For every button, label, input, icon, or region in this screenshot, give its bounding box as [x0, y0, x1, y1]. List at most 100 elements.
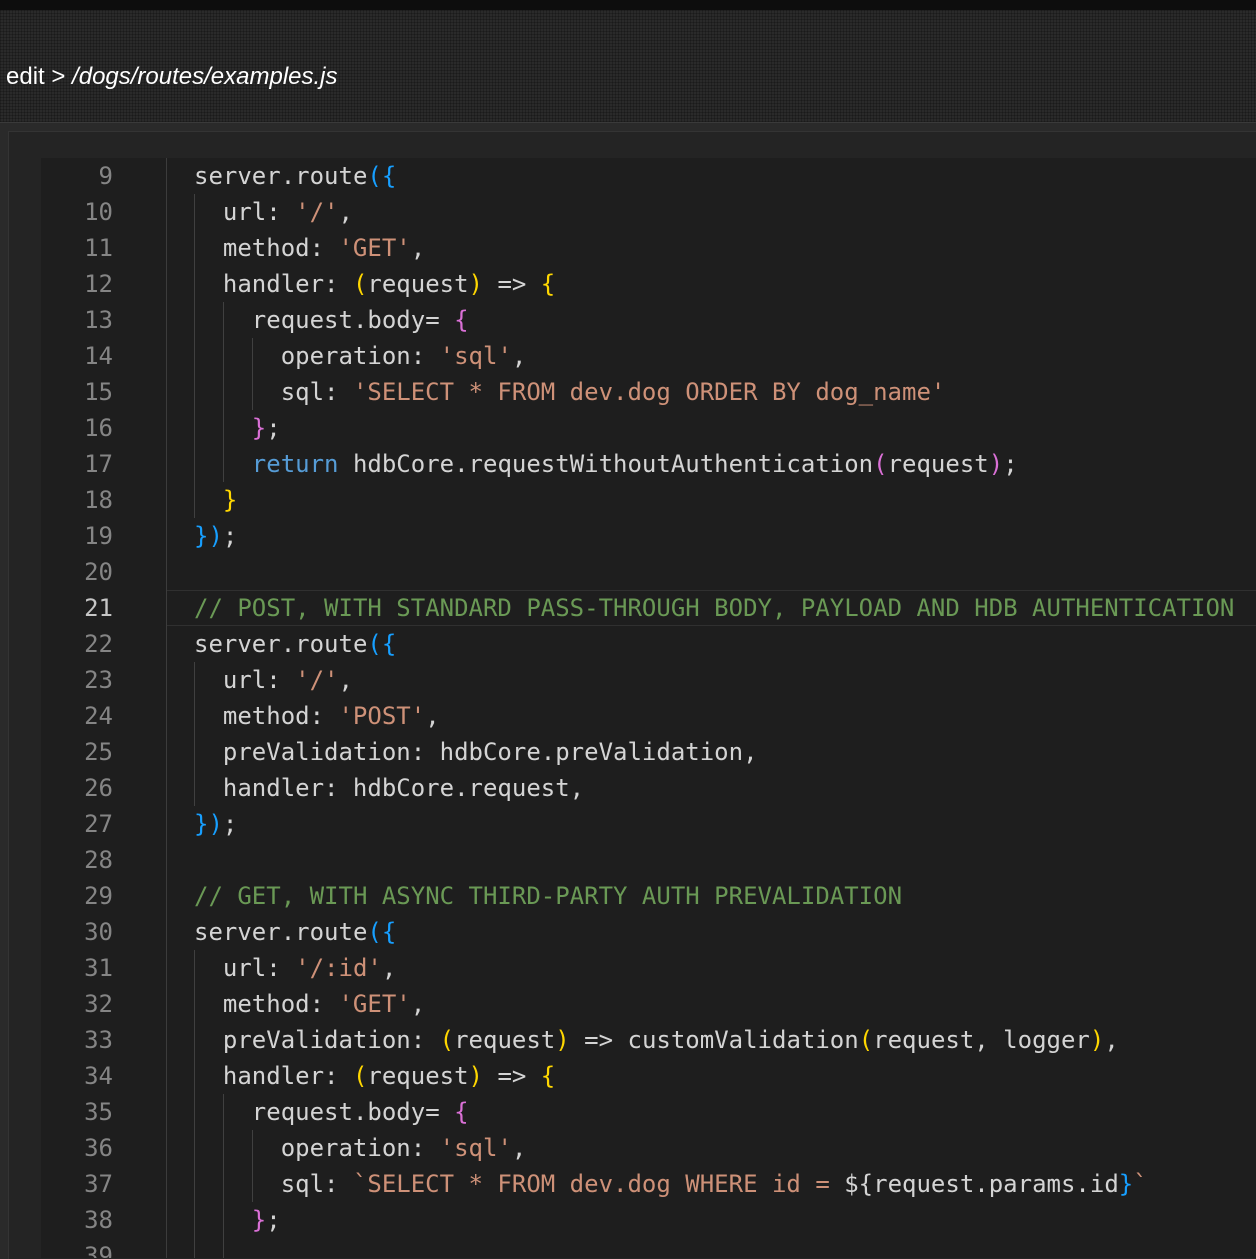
indent-guide: [194, 1022, 195, 1058]
code-line[interactable]: 10 url: '/',: [41, 194, 1256, 230]
code-text: };: [252, 410, 281, 446]
code-line[interactable]: 25 preValidation: hdbCore.preValidation,: [41, 734, 1256, 770]
code-token: ,: [425, 702, 440, 730]
code-token: ): [468, 270, 483, 298]
code-text: handler: hdbCore.request,: [223, 770, 584, 806]
code-line[interactable]: 28: [41, 842, 1256, 878]
code-token: '/': [295, 666, 339, 694]
code-token: ,: [338, 666, 353, 694]
line-number: 22: [84, 630, 113, 658]
code-line[interactable]: 18}: [41, 482, 1256, 518]
code-line[interactable]: 29 // GET, WITH ASYNC THIRD-PARTY AUTH PR…: [41, 878, 1256, 914]
line-number: 38: [84, 1206, 113, 1234]
code-token: 'SELECT * FROM dev.dog ORDER BY dog_name…: [352, 378, 946, 406]
code-token: request: [454, 1026, 556, 1054]
indent-guide: [194, 338, 195, 374]
code-text: server.route({: [194, 626, 396, 662]
code-token: }: [251, 1206, 267, 1234]
code-token: ): [988, 450, 1004, 478]
indent-guide: [222, 374, 224, 410]
code-line[interactable]: 12 handler: (request) => {: [41, 266, 1256, 302]
code-line[interactable]: 17 return hdbCore.requestWithoutAuthentic…: [41, 446, 1256, 482]
code-text: method: 'GET',: [223, 230, 425, 266]
indent-guide: [222, 302, 224, 338]
code-line[interactable]: 16};: [41, 410, 1256, 446]
code-token: ;: [222, 522, 238, 550]
code-line[interactable]: 22 server.route({: [41, 626, 1256, 662]
line-number: 17: [84, 450, 113, 478]
code-token: server.route: [194, 918, 368, 946]
code-token: ): [555, 1026, 570, 1054]
code-editor[interactable]: 9 server.route({10 url: '/', 11 method: 'GET…: [41, 158, 1256, 1258]
code-token: sql:: [280, 1170, 353, 1198]
code-text: operation: 'sql',: [281, 338, 527, 374]
code-token: {: [454, 1098, 469, 1126]
code-text: sql: `SELECT * FROM dev.dog WHERE id = $…: [281, 1166, 1148, 1202]
indent-guide: [194, 950, 195, 986]
code-token: (: [352, 1062, 368, 1090]
code-line[interactable]: 9 server.route({: [41, 158, 1256, 194]
indent-guide: [194, 374, 195, 410]
code-line[interactable]: 37 sql: `SELECT * FROM dev.dog WHERE id =…: [41, 1166, 1256, 1202]
code-token: {: [381, 918, 397, 946]
code-token: ,: [511, 1134, 527, 1162]
code-token: handler:: [222, 270, 353, 298]
code-line[interactable]: 15 sql: 'SELECT * FROM dev.dog ORDER BY d…: [41, 374, 1256, 410]
code-line[interactable]: 35 request.body= {: [41, 1094, 1256, 1130]
code-text: handler: (request) => {: [223, 1058, 555, 1094]
code-token: ${: [844, 1170, 874, 1198]
code-line[interactable]: 21 // POST, WITH STANDARD PASS-THROUGH BO…: [41, 590, 1256, 626]
code-token: ,: [381, 954, 397, 982]
code-token: method:: [222, 234, 339, 262]
code-token: (: [352, 270, 368, 298]
code-line[interactable]: 39: [41, 1238, 1256, 1258]
indent-guide: [251, 1166, 253, 1202]
code-line[interactable]: 33 preValidation: (request) => customVali…: [41, 1022, 1256, 1058]
code-text: request.body= {: [252, 1094, 469, 1130]
code-line[interactable]: 32 method: 'GET',: [41, 986, 1256, 1022]
code-line[interactable]: 34 handler: (request) => {: [41, 1058, 1256, 1094]
line-number: 24: [84, 702, 113, 730]
code-line[interactable]: 24 method: 'POST',: [41, 698, 1256, 734]
line-number: 13: [84, 306, 113, 334]
line-number: 32: [84, 990, 113, 1018]
code-token: request: [887, 450, 989, 478]
line-number: 37: [84, 1170, 113, 1198]
code-text: server.route({: [194, 158, 396, 194]
indent-guide: [222, 1094, 224, 1130]
line-number: 28: [84, 846, 113, 874]
indent-guide: [194, 986, 195, 1022]
code-token: request.body=: [251, 306, 455, 334]
code-line[interactable]: 11 method: 'GET',: [41, 230, 1256, 266]
code-line[interactable]: 36 operation: 'sql',: [41, 1130, 1256, 1166]
code-line[interactable]: 23 url: '/',: [41, 662, 1256, 698]
line-number: 18: [84, 486, 113, 514]
code-text: request.body= {: [252, 302, 469, 338]
code-line[interactable]: 19});: [41, 518, 1256, 554]
code-line[interactable]: 14 operation: 'sql',: [41, 338, 1256, 374]
code-token: {: [454, 306, 469, 334]
indent-guide: [194, 194, 195, 230]
code-token: ;: [1003, 450, 1018, 478]
code-token: (: [367, 162, 382, 190]
code-token: sql:: [280, 378, 353, 406]
code-line[interactable]: 27});: [41, 806, 1256, 842]
indent-guide: [194, 770, 195, 806]
code-text: };: [252, 1202, 281, 1238]
code-token: ): [1089, 1026, 1105, 1054]
code-line[interactable]: 13 request.body= {: [41, 302, 1256, 338]
line-number: 14: [84, 342, 113, 370]
indent-guide: [194, 266, 195, 302]
code-line[interactable]: 30 server.route({: [41, 914, 1256, 950]
breadcrumb-file-path[interactable]: /dogs/routes/examples.js: [72, 63, 337, 90]
code-text: // POST, WITH STANDARD PASS-THROUGH BODY…: [194, 590, 1234, 626]
code-line[interactable]: 31 url: '/:id',: [41, 950, 1256, 986]
code-token: }: [1118, 1170, 1134, 1198]
line-number: 27: [84, 810, 113, 838]
code-line[interactable]: 20: [41, 554, 1256, 590]
line-number: 29: [84, 882, 113, 910]
code-line[interactable]: 38};: [41, 1202, 1256, 1238]
indent-guide: [194, 1202, 195, 1238]
code-line[interactable]: 26 handler: hdbCore.request,: [41, 770, 1256, 806]
code-token: server.route: [194, 630, 368, 658]
